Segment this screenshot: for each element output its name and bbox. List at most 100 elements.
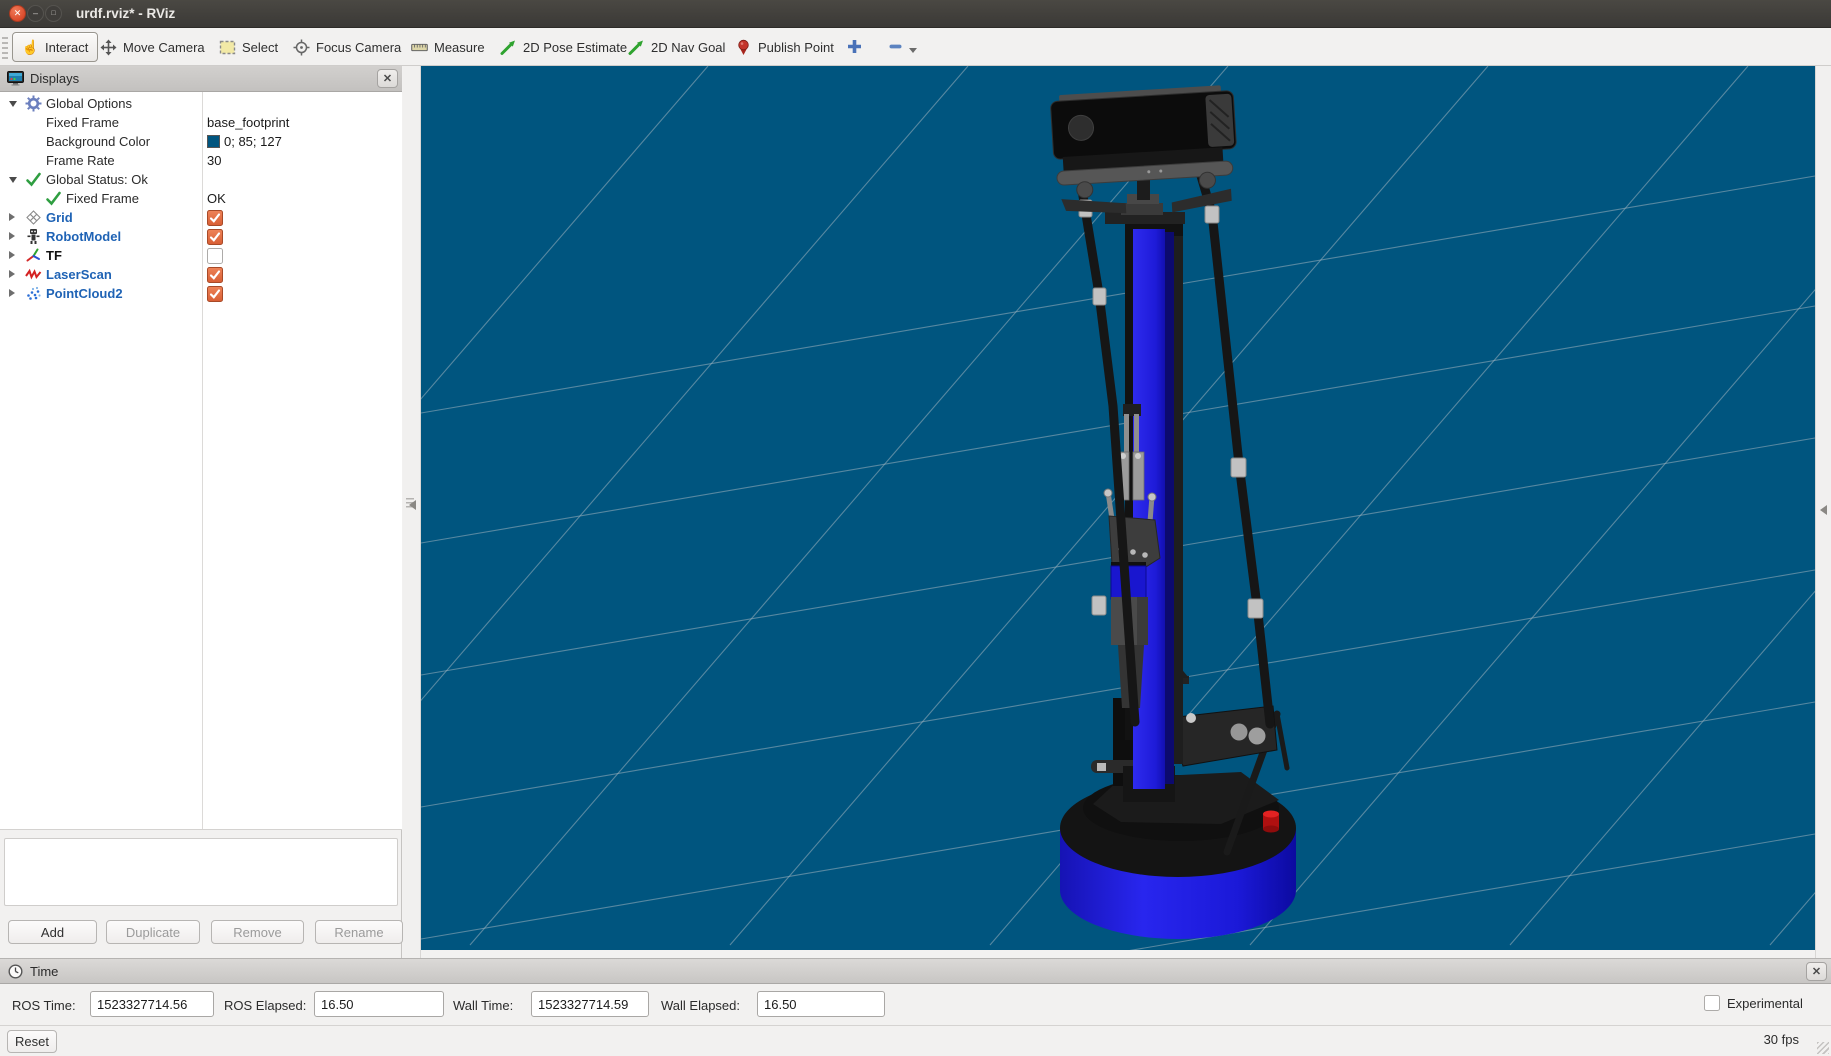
tool-measure[interactable]: Measure [411, 29, 485, 66]
collapse-arrow-icon[interactable] [9, 101, 17, 107]
grid-icon [25, 209, 42, 226]
window-maximize-button[interactable]: □ [45, 5, 62, 22]
time-panel-title: Time [30, 964, 58, 979]
tool-publish-point[interactable]: Publish Point [735, 29, 834, 66]
expand-arrow-icon[interactable] [9, 270, 15, 278]
tool-move-camera[interactable]: Move Camera [100, 29, 205, 66]
plus-icon [846, 38, 863, 58]
3d-viewport[interactable] [421, 66, 1815, 950]
laser-icon [25, 266, 42, 283]
tool-label: Select [242, 40, 278, 55]
visibility-checkbox[interactable] [207, 210, 223, 226]
right-splitter[interactable] [1815, 66, 1831, 958]
expand-arrow-icon[interactable] [9, 213, 15, 221]
tree-row-tf[interactable]: TF [0, 246, 402, 265]
value-text[interactable]: base_footprint [207, 115, 289, 130]
rename-button[interactable]: Rename [315, 920, 403, 944]
experimental-label: Experimental [1727, 996, 1803, 1011]
3d-scene [421, 66, 1815, 950]
tree-row-value[interactable]: base_footprint [207, 115, 289, 130]
ros-time-input[interactable] [90, 991, 214, 1017]
remove-button[interactable]: Remove [211, 920, 304, 944]
check-icon [45, 190, 62, 207]
ros-elapsed-input[interactable] [314, 991, 444, 1017]
time-panel-header[interactable]: Time ✕ [0, 958, 1831, 984]
tree-row-global-status-ok[interactable]: Global Status: Ok [0, 170, 402, 189]
duplicate-button[interactable]: Duplicate [106, 920, 200, 944]
color-swatch[interactable] [207, 135, 220, 148]
tf-icon [25, 247, 42, 264]
tree-row-value[interactable]: OK [207, 191, 226, 206]
tree-row-fixed-frame[interactable]: Fixed Framebase_footprint [0, 113, 402, 132]
left-splitter[interactable] [403, 66, 421, 958]
remove-tool-button[interactable] [882, 36, 908, 60]
visibility-checkbox[interactable] [207, 267, 223, 283]
tree-row-value[interactable]: 0; 85; 127 [207, 134, 282, 149]
tree-row-label: PointCloud2 [46, 286, 123, 301]
main-content: Displays ✕ Global Options Fixed Framebase… [0, 66, 1831, 958]
tool-2d-pose-estimate[interactable]: 2D Pose Estimate [500, 29, 627, 66]
collapse-left-icon[interactable] [409, 500, 416, 510]
tool-label: Move Camera [123, 40, 205, 55]
tree-row-robotmodel[interactable]: RobotModel [0, 227, 402, 246]
tree-row-label: Background Color [46, 134, 150, 149]
tool-label: 2D Nav Goal [651, 40, 725, 55]
time-field-label: Wall Elapsed: [661, 998, 740, 1013]
tree-row-background-color[interactable]: Background Color 0; 85; 127 [0, 132, 402, 151]
dropdown-caret-icon[interactable] [909, 48, 917, 53]
experimental-checkbox[interactable] [1704, 995, 1720, 1011]
fps-label: 30 fps [1764, 1032, 1799, 1047]
expand-arrow-icon[interactable] [9, 251, 15, 259]
value-text[interactable]: OK [207, 191, 226, 206]
interact-hand-icon: ☝ [22, 39, 39, 56]
wall-elapsed-input[interactable] [757, 991, 885, 1017]
tree-row-label: TF [46, 248, 62, 263]
tree-row-value [207, 248, 223, 264]
wall-time-input[interactable] [531, 991, 649, 1017]
expand-arrow-icon[interactable] [9, 289, 15, 297]
value-text[interactable]: 0; 85; 127 [224, 134, 282, 149]
displays-tree: Global OptionsFixed Framebase_footprintB… [0, 92, 402, 829]
time-close-button[interactable]: ✕ [1806, 962, 1827, 981]
tool-label: Publish Point [758, 40, 834, 55]
add-tool-button[interactable] [841, 36, 867, 60]
tree-row-label: Global Options [46, 96, 132, 111]
tool-interact[interactable]: ☝Interact [12, 32, 98, 62]
tree-row-laserscan[interactable]: LaserScan [0, 265, 402, 284]
toolbar-drag-handle[interactable] [2, 37, 8, 59]
tree-row-value [207, 210, 223, 226]
collapse-arrow-icon[interactable] [9, 177, 17, 183]
expand-arrow-icon[interactable] [9, 232, 15, 240]
time-field-label: ROS Elapsed: [224, 998, 306, 1013]
tool-label: Focus Camera [316, 40, 401, 55]
tree-row-grid[interactable]: Grid [0, 208, 402, 227]
window-minimize-button[interactable]: – [27, 5, 44, 22]
status-bar: Reset 30 fps [0, 1025, 1831, 1056]
tool-focus-camera[interactable]: Focus Camera [293, 29, 401, 66]
visibility-checkbox[interactable] [207, 286, 223, 302]
displays-close-button[interactable]: ✕ [377, 69, 398, 88]
tree-row-pointcloud2[interactable]: PointCloud2 [0, 284, 402, 303]
visibility-checkbox[interactable] [207, 248, 223, 264]
focus-camera-icon [293, 39, 310, 56]
tool-label: 2D Pose Estimate [523, 40, 627, 55]
minus-icon [888, 39, 903, 57]
tree-row-global-options[interactable]: Global Options [0, 94, 402, 113]
tree-row-fixed-frame[interactable]: Fixed FrameOK [0, 189, 402, 208]
panel-divider [0, 829, 402, 830]
reset-button[interactable]: Reset [7, 1030, 57, 1053]
tree-row-value[interactable]: 30 [207, 153, 221, 168]
visibility-checkbox[interactable] [207, 229, 223, 245]
value-text[interactable]: 30 [207, 153, 221, 168]
tool-2d-nav-goal[interactable]: 2D Nav Goal [628, 29, 725, 66]
tool-select[interactable]: Select [219, 29, 278, 66]
add-button[interactable]: Add [8, 920, 97, 944]
window-close-button[interactable]: ✕ [9, 5, 26, 22]
tree-row-value [207, 229, 223, 245]
collapse-right-icon[interactable] [1820, 505, 1827, 515]
tree-row-frame-rate[interactable]: Frame Rate30 [0, 151, 402, 170]
tree-row-label: RobotModel [46, 229, 121, 244]
displays-panel-header[interactable]: Displays ✕ [0, 66, 402, 92]
tool-label: Measure [434, 40, 485, 55]
window-resize-grip[interactable] [1817, 1042, 1829, 1054]
